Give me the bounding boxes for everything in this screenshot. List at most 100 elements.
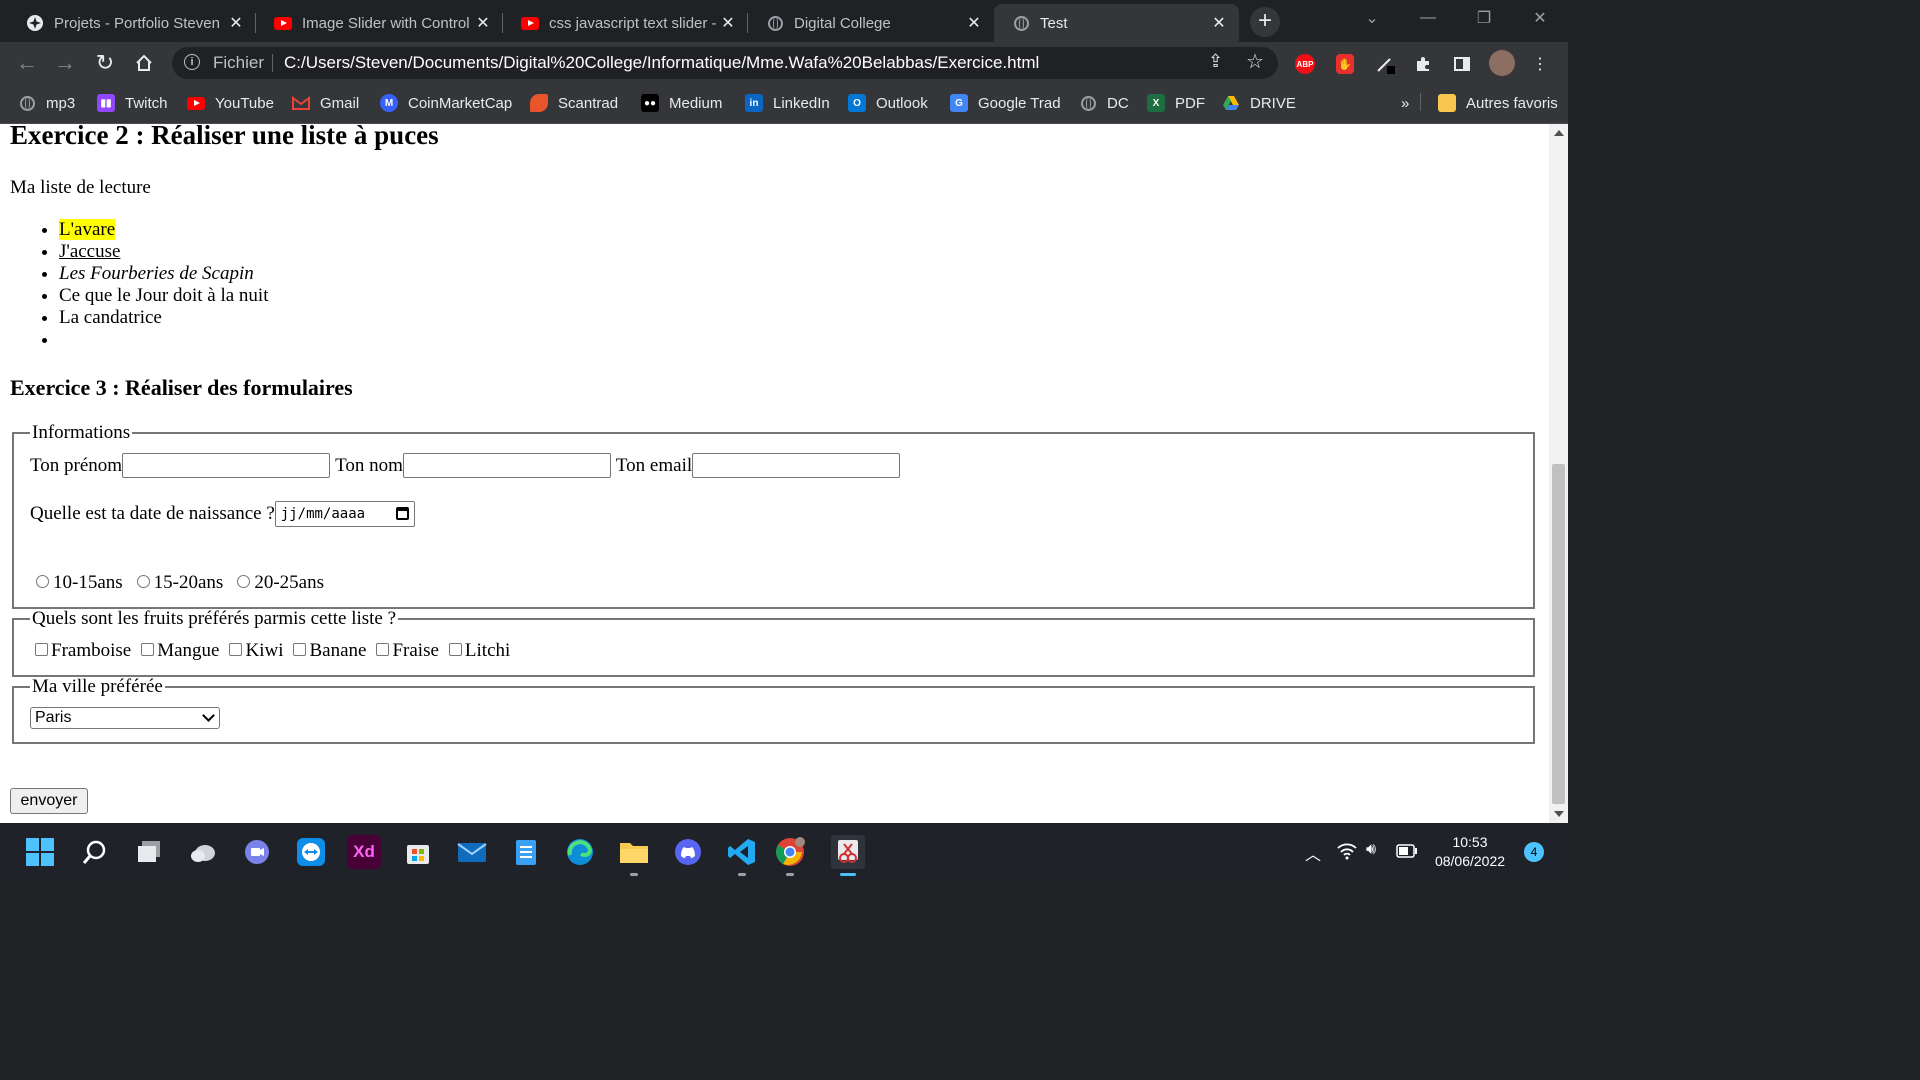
task-view-icon[interactable] — [132, 835, 166, 869]
share-icon[interactable]: ⇪ — [1208, 51, 1223, 72]
window-close-icon[interactable]: ✕ — [1512, 0, 1568, 36]
widgets-icon[interactable] — [186, 835, 220, 869]
birthdate-input[interactable]: jj/mm/aaaa — [274, 501, 415, 527]
new-tab-button[interactable]: + — [1250, 7, 1280, 37]
lastname-input[interactable] — [402, 453, 611, 478]
bookmark-outlook[interactable]: O Outlook — [848, 93, 928, 113]
bookmark-twitch[interactable]: ▮▮ Twitch — [97, 93, 168, 113]
edge-icon[interactable] — [563, 835, 597, 869]
chrome-icon[interactable] — [773, 835, 807, 876]
teamviewer-icon[interactable] — [294, 835, 328, 869]
side-panel-icon[interactable] — [1451, 53, 1473, 75]
adobe-xd-icon[interactable]: Xd — [347, 835, 381, 869]
bookmark-label: YouTube — [215, 94, 274, 112]
running-indicator — [786, 873, 794, 876]
discord-icon[interactable] — [671, 835, 705, 869]
tab-search-icon[interactable]: ⌄ — [1344, 0, 1400, 36]
submit-button[interactable]: envoyer — [10, 788, 88, 814]
notepad-icon[interactable] — [509, 835, 543, 869]
bookmark-mp3[interactable]: mp3 — [18, 93, 75, 113]
bookmark-label: Outlook — [876, 94, 928, 112]
close-icon[interactable]: ✕ — [473, 13, 493, 33]
back-icon[interactable]: ← — [12, 48, 42, 78]
tray-overflow-icon[interactable]: ︿ — [1305, 841, 1321, 865]
address-bar[interactable]: i Fichier C:/Users/Steven/Documents/Digi… — [172, 47, 1278, 79]
search-icon[interactable] — [78, 835, 112, 869]
checkbox-kiwi[interactable] — [229, 642, 243, 656]
firstname-input[interactable] — [122, 453, 331, 478]
close-icon[interactable]: ✕ — [964, 13, 984, 33]
bookmark-linkedin[interactable]: in LinkedIn — [745, 93, 830, 113]
info-icon[interactable]: i — [184, 54, 200, 70]
stop-hand-icon[interactable]: ✋ — [1334, 53, 1356, 75]
restore-icon[interactable]: ❐ — [1456, 0, 1512, 36]
age-radio-20-25[interactable] — [237, 574, 251, 588]
vertical-scrollbar[interactable] — [1549, 124, 1568, 823]
bookmark-pdf[interactable]: X PDF — [1147, 93, 1205, 113]
start-icon[interactable] — [23, 835, 57, 869]
list-item-label: L'avare — [59, 219, 116, 240]
close-icon[interactable]: ✕ — [1209, 13, 1229, 33]
list-item: L'avare — [59, 219, 268, 241]
close-icon[interactable]: ✕ — [718, 13, 738, 33]
calendar-icon[interactable] — [395, 507, 409, 520]
running-indicator — [630, 873, 638, 876]
close-icon[interactable]: ✕ — [226, 13, 246, 33]
mail-icon[interactable] — [455, 835, 489, 869]
notification-badge[interactable]: 4 — [1524, 842, 1544, 862]
bookmark-google-trad[interactable]: G Google Trad — [950, 93, 1061, 113]
teams-chat-icon[interactable] — [240, 835, 274, 869]
bookmark-coinmarketcap[interactable]: M CoinMarketCap — [380, 93, 512, 113]
volume-icon[interactable]: 🔊︎ — [1366, 841, 1376, 859]
age-radio-10-15[interactable] — [36, 574, 49, 588]
list-item-label: J'accuse — [59, 241, 121, 262]
checkbox-framboise[interactable] — [35, 642, 48, 656]
tab-portfolio[interactable]: Projets - Portfolio Steven ✕ — [8, 4, 256, 42]
scrollbar-thumb[interactable] — [1552, 464, 1565, 804]
scroll-up-icon[interactable] — [1554, 130, 1564, 136]
checkbox-banane[interactable] — [293, 642, 307, 656]
bookmark-medium[interactable]: ●● Medium — [641, 93, 722, 113]
email-input[interactable] — [692, 453, 901, 478]
vscode-icon[interactable] — [725, 835, 759, 876]
home-icon[interactable] — [129, 48, 159, 78]
pen-extension-icon[interactable] — [1374, 53, 1396, 75]
bookmark-gmail[interactable]: Gmail — [292, 93, 359, 113]
list-item: J'accuse — [59, 241, 268, 263]
bookmark-dc[interactable]: DC — [1079, 93, 1129, 113]
microsoft-store-icon[interactable] — [401, 835, 435, 869]
date-placeholder: jj/mm/aaaa — [280, 506, 366, 522]
url-text[interactable]: C:/Users/Steven/Documents/Digital%20Coll… — [284, 53, 1039, 73]
checkbox-litchi[interactable] — [448, 642, 462, 656]
bookmark-label: PDF — [1175, 94, 1205, 112]
file-explorer-icon[interactable] — [617, 835, 651, 876]
menu-kebab-icon[interactable]: ⋮ — [1529, 53, 1551, 75]
extensions-puzzle-icon[interactable] — [1412, 53, 1434, 75]
forward-icon[interactable]: → — [50, 48, 80, 78]
age-radio-row: 10-15ans 15-20ans 20-25ans — [34, 572, 324, 594]
adblock-plus-icon[interactable]: ABP — [1294, 53, 1316, 75]
bookmarks-overflow-icon[interactable]: » — [1401, 93, 1409, 113]
city-select[interactable]: Paris — [30, 707, 220, 729]
bookmark-scantrad[interactable]: Scantrad — [530, 93, 618, 113]
age-radio-15-20[interactable] — [136, 574, 150, 588]
bookmark-youtube[interactable]: YouTube — [187, 93, 274, 113]
bookmark-star-icon[interactable]: ☆ — [1246, 49, 1264, 74]
tab-text-slider[interactable]: css javascript text slider - ✕ — [503, 4, 748, 42]
age-option-label: 15-20ans — [153, 572, 224, 593]
checkbox-fraise[interactable] — [376, 642, 390, 656]
scroll-down-icon[interactable] — [1554, 811, 1564, 817]
system-clock[interactable]: 10:53 08/06/2022 — [1420, 833, 1520, 871]
snipping-tool-icon[interactable] — [831, 835, 865, 876]
profile-avatar[interactable] — [1489, 50, 1515, 76]
reload-icon[interactable]: ↻ — [90, 48, 120, 78]
bookmark-other-favorites[interactable]: Autres favoris — [1438, 93, 1558, 113]
checkbox-mangue[interactable] — [141, 642, 155, 656]
minimize-icon[interactable]: — — [1400, 0, 1456, 36]
wifi-icon[interactable] — [1337, 842, 1357, 865]
bookmark-drive[interactable]: DRIVE — [1222, 93, 1296, 113]
tab-digital-college[interactable]: Digital College ✕ — [748, 4, 994, 42]
battery-icon[interactable] — [1396, 844, 1418, 863]
tab-test[interactable]: Test ✕ — [994, 4, 1239, 42]
tab-image-slider[interactable]: Image Slider with Control ✕ — [256, 4, 503, 42]
